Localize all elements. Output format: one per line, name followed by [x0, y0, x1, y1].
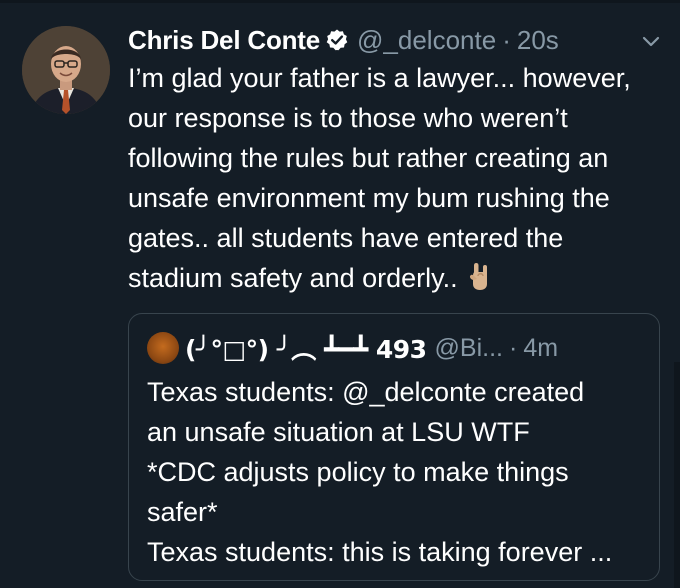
quoted-text-line: Texas students: @_delconte created [147, 377, 585, 407]
quoted-text-line: *CDC adjusts policy to make things [147, 457, 569, 487]
quoted-tweet-card[interactable]: (╯°□°) ╯︵ ┻━┻ 493 @Bi... · 4m Texas stud… [128, 313, 660, 581]
quoted-text-line: an unsafe situation at LSU WTF [147, 417, 530, 447]
separator-dot: · [502, 24, 511, 55]
horns-hand-emoji-icon [464, 260, 496, 292]
top-divider [0, 0, 680, 3]
separator-dot: · [508, 333, 518, 362]
author-handle[interactable]: @_delconte [357, 25, 496, 56]
quoted-author-avatar [147, 332, 179, 364]
tweet-text-line: I’m glad your father is a lawyer... howe… [128, 63, 631, 93]
author-name[interactable]: Chris Del Conte [128, 25, 320, 56]
quoted-text-line: safer* [147, 497, 218, 527]
tweet-timestamp[interactable]: 20s [517, 25, 559, 56]
tweet-header: Chris Del Conte @_delconte · 20s [128, 22, 559, 58]
quoted-tweet-header: (╯°□°) ╯︵ ┻━┻ 493 @Bi... · 4m [147, 328, 558, 368]
tweet-text-line: stadium safety and orderly.. [128, 263, 458, 293]
quoted-text-line: Texas students: this is taking forever .… [147, 537, 613, 567]
tweet-text-line-last: stadium safety and orderly.. [128, 258, 668, 298]
scrollbar-track [674, 362, 680, 588]
tweet-text-line: unsafe environment my bum rushing the [128, 183, 610, 213]
verified-badge-icon [325, 28, 349, 52]
quoted-author-handle: @Bi... [434, 333, 503, 362]
quoted-tweet-timestamp: 4m [523, 333, 559, 362]
quoted-author-name: (╯°□°) ╯︵ ┻━┻ 493 [185, 335, 427, 364]
tweet-text-line: our response is to those who weren’t [128, 103, 568, 133]
tweet-body: I’m glad your father is a lawyer... howe… [128, 58, 668, 298]
chevron-down-icon[interactable] [638, 33, 664, 51]
tweet-text-line: gates.. all students have entered the [128, 223, 564, 253]
quoted-tweet-body: Texas students: @_delconte created an un… [147, 372, 657, 572]
author-avatar[interactable] [22, 26, 110, 114]
tweet-text-line: following the rules but rather creating … [128, 143, 609, 173]
